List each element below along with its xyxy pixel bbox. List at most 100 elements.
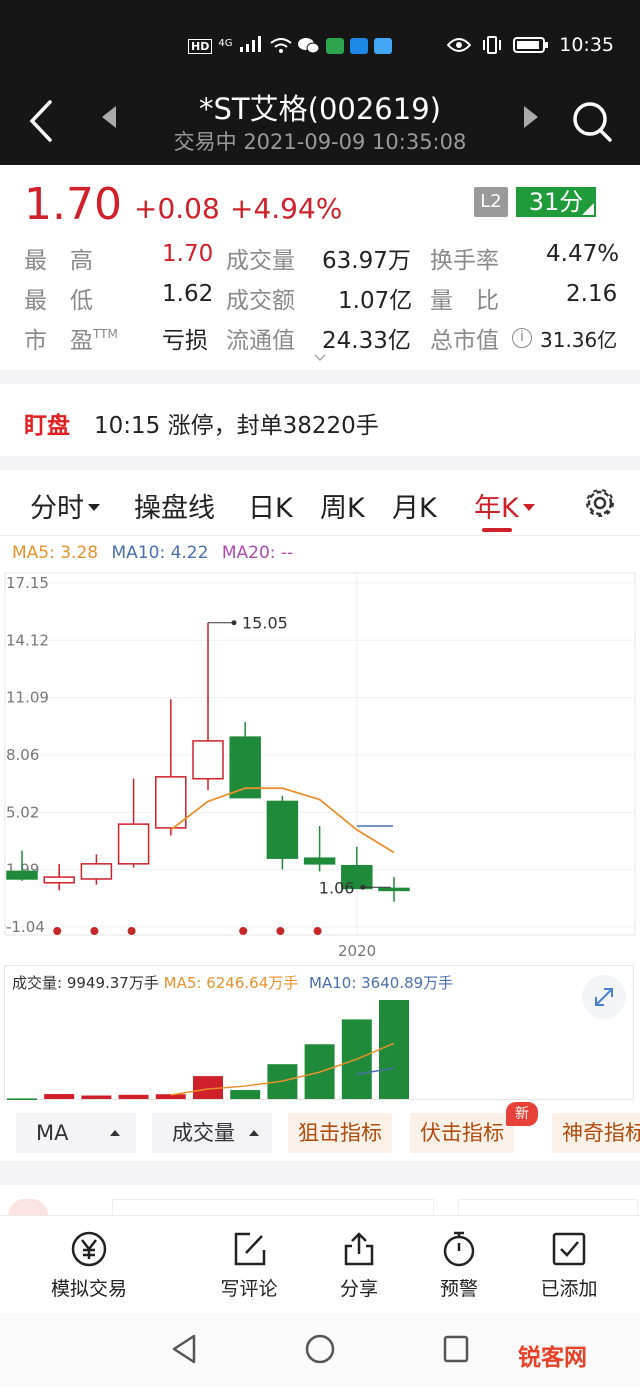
quote-value-turnover: 4.47% (546, 241, 620, 267)
expand-chevron-icon[interactable] (313, 353, 327, 363)
nav-recents-icon[interactable] (442, 1333, 470, 1365)
score-corner-icon (582, 203, 594, 215)
signal-label: 4G (218, 38, 233, 49)
alert-button[interactable]: 预警 (404, 1230, 514, 1301)
tab-label: 月K (392, 493, 437, 524)
fullscreen-button[interactable] (582, 975, 626, 1019)
battery-icon (513, 37, 549, 53)
quote-label-amount: 成交额 (226, 288, 295, 314)
ma5-legend: MA5: 3.28 (12, 543, 99, 563)
next-stock-icon[interactable] (522, 104, 540, 130)
tab-intraday[interactable]: 分时 (30, 486, 100, 525)
min-marker (360, 884, 366, 890)
write-comment-button[interactable]: 写评论 (194, 1230, 304, 1301)
indicator-label: 成交量 (172, 1121, 235, 1145)
action-label: 预警 (439, 1278, 478, 1300)
signal-dot (276, 927, 285, 935)
indicator-label: MA (36, 1121, 69, 1145)
app-notification-icon (349, 38, 368, 54)
tab-label: 分时 (30, 493, 84, 524)
quote-value-low: 1.62 (162, 281, 214, 307)
peek-card (112, 1199, 434, 1215)
tab-label: 日K (248, 493, 293, 524)
hd-label: HD (188, 38, 213, 54)
tab-daily-k[interactable]: 日K (248, 486, 293, 525)
quote-label-float-cap: 流通值 (226, 328, 295, 354)
stock-title: *ST艾格(002619) (199, 92, 441, 126)
quote-value-float-cap: 24.33亿 (322, 328, 411, 354)
candle-body (117, 823, 150, 865)
candle-body (266, 800, 299, 859)
chevron-down-icon (522, 504, 535, 511)
checkbox-icon (552, 1232, 586, 1266)
volume-bar (44, 1094, 75, 1099)
candle-body (43, 876, 75, 884)
indicator-ambush[interactable]: 伏击指标 (410, 1113, 514, 1153)
max-marker (231, 620, 237, 626)
signal-dot (127, 927, 136, 935)
indicator-volume-select[interactable]: 成交量 (152, 1113, 272, 1153)
x-tick-label: 2020 (338, 942, 376, 960)
indicator-sniper[interactable]: 狙击指标 (288, 1113, 392, 1153)
candlestick-chart[interactable]: 17.1514.1211.098.065.021.99-1.04202015.0… (0, 565, 640, 965)
tab-trading-line[interactable]: 操盘线 (134, 486, 215, 525)
share-button[interactable]: 分享 (304, 1230, 414, 1301)
price-change-pct: +4.94% (230, 192, 343, 225)
indicator-bar: MA 成交量 狙击指标 伏击指标 神奇指标 (0, 1105, 640, 1161)
tab-monthly-k[interactable]: 月K (392, 486, 437, 525)
search-icon[interactable] (568, 98, 614, 144)
new-badge: 新 (506, 1102, 538, 1126)
y-tick-label: 5.02 (6, 803, 39, 821)
volume-value: 成交量: 9949.37万手 (12, 974, 159, 992)
watch-banner[interactable]: 盯盘 10:15 涨停，封单38220手 (0, 384, 640, 456)
volume-ma5: MA5: 6246.64万手 (163, 974, 299, 992)
min-price-label: 1.06 (319, 878, 355, 897)
y-tick-label: -1.04 (6, 918, 45, 936)
tab-yearly-k[interactable]: 年K (474, 486, 535, 525)
wechat-icon (297, 38, 320, 54)
signal-dot (239, 927, 248, 935)
active-tab-indicator (482, 528, 512, 532)
app-root: HD 4G 10:35 *ST艾格(002619) 交易中 2021-09-09… (0, 0, 640, 1387)
info-icon[interactable]: i (512, 323, 532, 349)
clock: 10:35 (559, 34, 614, 56)
price-change: +0.08 (134, 192, 220, 225)
section-divider (0, 370, 640, 384)
l2-badge[interactable]: L2 (474, 187, 508, 217)
simulated-trade-button[interactable]: 模拟交易 (34, 1230, 144, 1301)
content-peek (0, 1185, 640, 1215)
timer-icon (443, 1231, 475, 1267)
chevron-up-icon (110, 1130, 121, 1136)
section-divider (0, 456, 640, 470)
wifi-icon (269, 38, 292, 53)
yen-icon (71, 1231, 107, 1267)
tab-weekly-k[interactable]: 周K (320, 486, 365, 525)
indicator-magic[interactable]: 神奇指标 (552, 1113, 640, 1153)
peek-card (8, 1199, 48, 1215)
tab-label: 周K (320, 493, 365, 524)
candle-body (378, 887, 410, 892)
watermark-logo: 锐客网 (518, 1345, 587, 1371)
quote-label-low: 最 低 (24, 288, 93, 314)
quote-panel: 1.70 +0.08 +4.94% L2 31分 最 高 1.70 成交量 63… (0, 165, 640, 370)
y-tick-label: 17.15 (6, 574, 49, 592)
candle-body (155, 776, 187, 829)
indicator-ma-select[interactable]: MA (16, 1113, 136, 1153)
gear-icon[interactable] (582, 485, 618, 521)
action-label: 已添加 (540, 1278, 598, 1300)
signal-icon: 4G (218, 36, 263, 56)
chevron-down-icon (88, 504, 100, 511)
quote-row: 市 盈TTM 亏损 流通值 24.33亿 总市值 i 31.36亿 (0, 321, 640, 357)
quote-value-volume: 63.97万 (322, 248, 411, 274)
quote-label-volume: 成交量 (226, 248, 295, 274)
stock-header: *ST艾格(002619) 交易中 2021-09-09 10:35:08 (0, 82, 640, 165)
status-icons: HD 4G (188, 36, 392, 56)
nav-home-icon[interactable] (304, 1333, 336, 1365)
nav-back-icon[interactable] (170, 1333, 198, 1365)
volume-bar (7, 1098, 37, 1100)
added-watchlist-button[interactable]: 已添加 (514, 1230, 624, 1301)
eye-icon (447, 38, 472, 52)
candle-body (80, 863, 113, 880)
volume-ma10: MA10: 3640.89万手 (309, 974, 454, 992)
volume-bar (81, 1095, 112, 1099)
